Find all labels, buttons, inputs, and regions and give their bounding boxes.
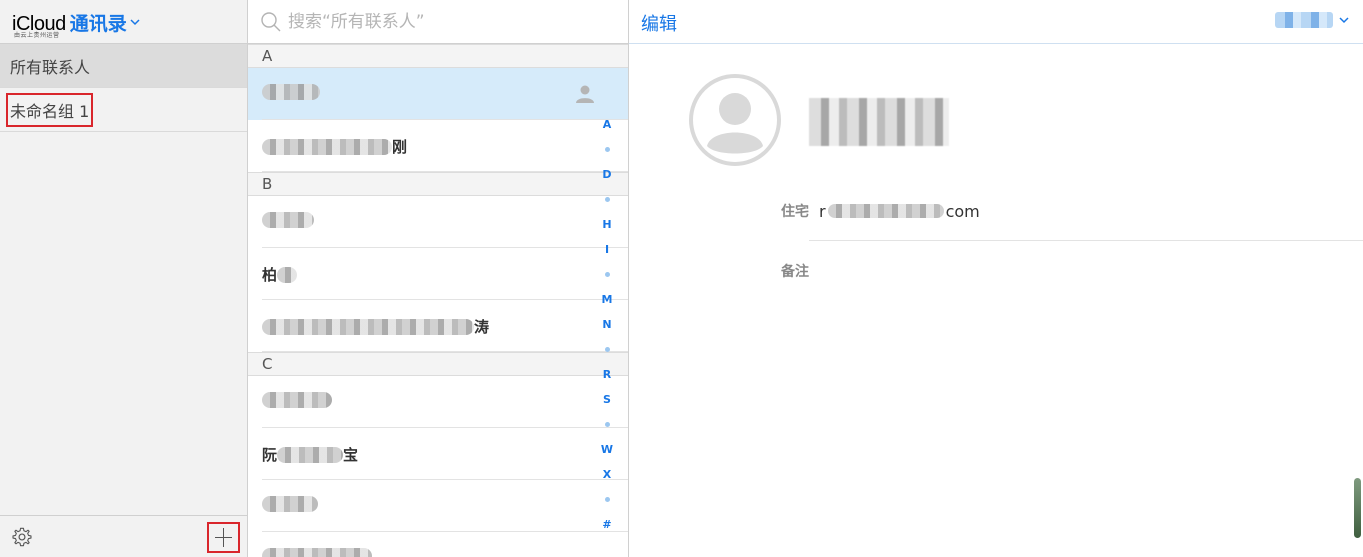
index-dot xyxy=(604,422,610,427)
redacted-name xyxy=(262,84,320,100)
name-fragment: 刚 xyxy=(392,138,408,156)
group-label: 所有联系人 xyxy=(10,57,91,77)
index-letter[interactable]: A xyxy=(598,112,616,137)
field-notes[interactable]: 备注 xyxy=(759,256,1363,286)
redacted-email xyxy=(827,204,944,218)
gear-icon[interactable] xyxy=(11,526,33,548)
contact-row[interactable]: 刚 xyxy=(248,120,628,172)
index-letter[interactable]: M xyxy=(598,287,616,312)
redacted-name xyxy=(262,496,318,512)
contact-row[interactable] xyxy=(248,196,628,248)
contact-name xyxy=(262,392,332,408)
contact-name xyxy=(262,548,372,557)
search-icon xyxy=(261,11,281,31)
redacted-name xyxy=(262,548,372,557)
account-menu[interactable] xyxy=(1275,12,1349,28)
scrollbar[interactable] xyxy=(1354,478,1361,538)
name-fragment: 涛 xyxy=(474,318,490,336)
section-header-a: A xyxy=(248,44,628,68)
name-fragment: 宝 xyxy=(343,446,359,464)
contact-name: 阮 宝 xyxy=(262,444,358,465)
contact-row[interactable] xyxy=(248,376,628,428)
field-home-email: 住宅 r com xyxy=(759,196,1363,226)
index-letter[interactable]: D xyxy=(598,162,616,187)
field-label-notes: 备注 xyxy=(781,264,809,280)
contact-name: 柏 xyxy=(262,264,298,285)
index-letter[interactable]: I xyxy=(598,237,616,262)
chevron-down-icon xyxy=(1339,17,1349,24)
section-header-c: C xyxy=(248,352,628,376)
group-label: 未命名组 1 xyxy=(6,92,94,127)
contacts-list: A 刚 B 柏 xyxy=(248,0,629,557)
group-all-contacts[interactable]: 所有联系人 xyxy=(0,44,247,88)
redacted-name xyxy=(262,318,474,335)
app-title: 通讯录 xyxy=(69,13,127,35)
alphabet-index: A D H I M N R S W X # xyxy=(598,112,616,537)
add-contact-button[interactable] xyxy=(207,522,240,553)
contact-row[interactable] xyxy=(248,68,628,120)
redacted-contact-name xyxy=(809,98,949,146)
operator-note: 由云上贵州运营 xyxy=(14,32,60,39)
redacted-name xyxy=(262,392,332,408)
email-value[interactable]: r com xyxy=(819,202,980,221)
index-dot xyxy=(604,272,610,277)
sidebar-footer xyxy=(0,515,247,557)
contacts-app: iCloud 通讯录 由云上贵州运营 所有联系人 未命名组 1 搜索“所有联系人… xyxy=(0,0,1363,557)
index-letter[interactable]: N xyxy=(598,312,616,337)
search-bar xyxy=(248,0,628,44)
section-header-b: B xyxy=(248,172,628,196)
index-dot xyxy=(604,147,610,152)
redacted-name xyxy=(277,446,344,463)
group-unnamed-1[interactable]: 未命名组 1 xyxy=(0,88,247,132)
redacted-name xyxy=(262,138,392,155)
contact-name xyxy=(262,84,320,100)
contact-row[interactable] xyxy=(248,480,628,532)
edit-button[interactable]: 编辑 xyxy=(641,10,677,36)
index-dot xyxy=(604,497,610,502)
index-dot xyxy=(604,347,610,352)
contact-name: 刚 xyxy=(262,136,407,157)
index-letter[interactable]: R xyxy=(598,362,616,387)
contact-name xyxy=(262,496,318,512)
contact-name xyxy=(262,212,314,228)
chevron-down-icon xyxy=(130,19,140,26)
email-suffix: com xyxy=(945,201,980,221)
field-label-home: 住宅 xyxy=(781,204,809,220)
contact-detail: 编辑 住宅 r com 备注 xyxy=(629,0,1363,557)
redacted-account-name xyxy=(1275,12,1333,28)
redacted-name xyxy=(262,212,314,228)
contact-row[interactable]: 涛 xyxy=(248,300,628,352)
index-letter[interactable]: H xyxy=(598,212,616,237)
email-prefix: r xyxy=(819,201,826,221)
search-input[interactable] xyxy=(288,11,588,32)
index-letter[interactable]: W xyxy=(598,437,616,462)
name-fragment: 阮 xyxy=(262,446,278,464)
index-dot xyxy=(604,197,610,202)
contact-avatar-icon xyxy=(689,74,781,166)
contact-row[interactable]: 柏 xyxy=(248,248,628,300)
redacted-name xyxy=(277,266,298,283)
groups-sidebar: iCloud 通讯录 由云上贵州运营 所有联系人 未命名组 1 xyxy=(0,0,248,557)
contact-row[interactable]: 阮 宝 xyxy=(248,428,628,480)
name-fragment: 柏 xyxy=(262,266,278,284)
contact-row[interactable] xyxy=(248,532,628,557)
sidebar-header: iCloud 通讯录 由云上贵州运营 xyxy=(0,0,247,44)
index-letter[interactable]: # xyxy=(598,512,616,537)
my-card-icon xyxy=(576,85,594,103)
contact-name: 涛 xyxy=(262,316,489,337)
index-letter[interactable]: X xyxy=(598,462,616,487)
field-divider xyxy=(809,240,1363,241)
index-letter[interactable]: S xyxy=(598,387,616,412)
detail-header: 编辑 xyxy=(629,0,1363,44)
